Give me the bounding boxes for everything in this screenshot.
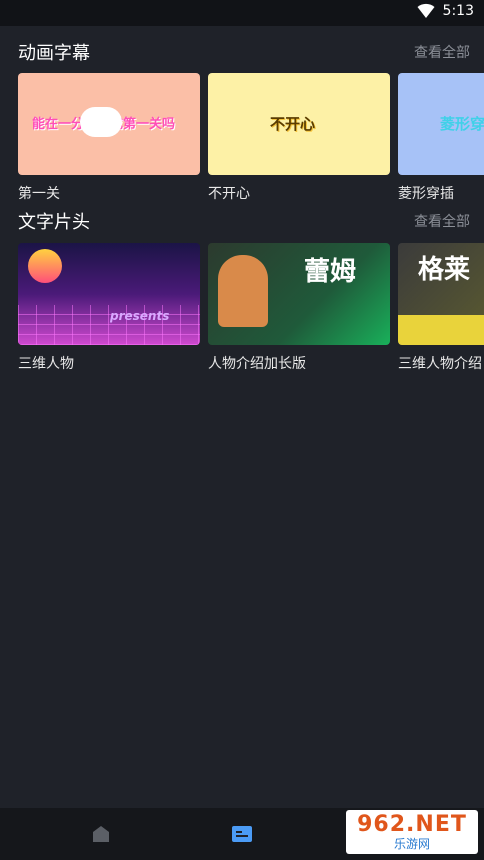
template-card[interactable]: 格莱 三维人物介绍 <box>398 243 484 373</box>
see-all-link[interactable]: 查看全部 <box>414 42 470 62</box>
thumbnail-caption: 蕾姆 <box>304 257 357 287</box>
status-time: 5:13 <box>442 3 474 19</box>
template-card[interactable]: 能在一分钟完成第一关吗 第一关 <box>18 73 200 203</box>
card-label: 三维人物 <box>18 356 74 372</box>
status-bar: 5:13 <box>0 0 484 26</box>
card-label: 不开心 <box>208 186 250 202</box>
card-label: 人物介绍加长版 <box>208 356 306 372</box>
template-card[interactable]: presents 三维人物 <box>18 243 200 373</box>
template-thumbnail: 不开心 <box>208 73 390 175</box>
section-header-text-intro: 文字片头 查看全部 <box>18 206 470 236</box>
card-label: 三维人物介绍 <box>398 356 482 372</box>
site-watermark-logo: 962.NET 乐游网 <box>346 810 478 854</box>
template-thumbnail: 菱形穿 <box>398 73 484 175</box>
see-all-link[interactable]: 查看全部 <box>414 211 470 231</box>
nav-templates[interactable] <box>218 808 266 860</box>
template-icon <box>231 826 252 842</box>
home-icon <box>92 826 109 842</box>
thumbnail-caption: 格莱 <box>418 255 471 285</box>
yellow-band <box>398 315 484 345</box>
character-figure <box>218 255 268 327</box>
grid-floor <box>18 305 200 345</box>
template-card[interactable]: 不开心 不开心 <box>208 73 390 203</box>
template-thumbnail: 能在一分钟完成第一关吗 <box>18 73 200 175</box>
card-label: 第一关 <box>18 186 60 202</box>
wifi-icon <box>417 3 435 19</box>
thumbnail-caption: presents <box>110 309 170 323</box>
watermark-name: 乐游网 <box>393 837 430 851</box>
section-title: 文字片头 <box>18 212 90 233</box>
template-thumbnail: 格莱 <box>398 243 484 345</box>
cloud-shape <box>80 107 122 137</box>
nav-home[interactable] <box>77 808 125 860</box>
card-label: 菱形穿插 <box>398 186 454 202</box>
thumbnail-caption: 菱形穿 <box>440 115 484 133</box>
thumbnail-caption: 不开心 <box>270 115 316 133</box>
template-card[interactable]: 菱形穿 菱形穿插 <box>398 73 484 203</box>
template-thumbnail: 蕾姆 <box>208 243 390 345</box>
template-card[interactable]: 蕾姆 人物介绍加长版 <box>208 243 390 373</box>
status-icons: 5:13 <box>417 3 474 19</box>
template-thumbnail: presents <box>18 243 200 345</box>
watermark-domain: 962.NET <box>357 812 467 837</box>
section-title: 动画字幕 <box>18 43 90 64</box>
template-row: presents 三维人物 蕾姆 人物介绍加长版 格莱 三维人物介绍 <box>18 243 484 383</box>
sun-shape <box>28 249 62 283</box>
template-row: 能在一分钟完成第一关吗 第一关 不开心 不开心 菱形穿 菱形穿插 <box>18 73 484 213</box>
section-header-animated-subtitles: 动画字幕 查看全部 <box>18 37 470 67</box>
